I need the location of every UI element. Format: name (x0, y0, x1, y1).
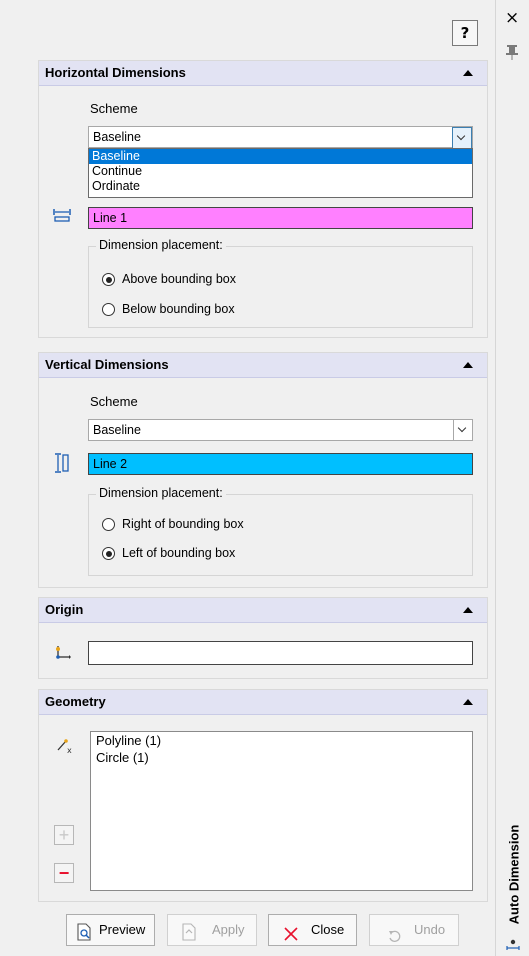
dropdown-arrow[interactable] (453, 420, 472, 440)
radio-left-of-bounding-box[interactable] (102, 547, 115, 560)
section-title: Geometry (45, 694, 106, 709)
horizontal-dimensions-header[interactable]: Horizontal Dimensions (39, 61, 487, 86)
preview-button[interactable]: Preview (66, 914, 155, 946)
geometry-header[interactable]: Geometry (39, 690, 487, 715)
section-title: Vertical Dimensions (45, 357, 169, 372)
vertical-scheme-select[interactable]: Baseline (88, 419, 473, 441)
preview-icon (75, 922, 93, 952)
scheme-dropdown-list: Baseline Continue Ordinate (88, 148, 473, 198)
collapse-icon[interactable] (463, 607, 473, 613)
section-title: Origin (45, 602, 84, 617)
chevron-down-icon (456, 131, 466, 141)
scheme-label: Scheme (90, 394, 138, 409)
radio-below-bounding-box[interactable] (102, 303, 115, 316)
close-button[interactable]: Close (268, 914, 357, 946)
placement-group-title: Dimension placement: (96, 238, 226, 252)
collapse-icon[interactable] (463, 362, 473, 368)
origin-point-icon[interactable] (54, 644, 72, 662)
radio-label-left: Left of bounding box (122, 546, 236, 560)
dropdown-option-continue[interactable]: Continue (89, 164, 472, 179)
origin-header[interactable]: Origin (39, 598, 487, 623)
auto-dimension-tab[interactable]: Auto Dimension (505, 810, 522, 940)
vertical-placement-group (88, 494, 473, 576)
dropdown-arrow[interactable] (452, 127, 472, 149)
close-icon[interactable]: × (505, 10, 519, 27)
geometry-list[interactable]: Polyline (1) Circle (1) (90, 731, 473, 891)
collapse-icon[interactable] (463, 70, 473, 76)
horizontal-dimension-icon[interactable] (53, 207, 71, 223)
undo-button[interactable]: Undo (369, 914, 459, 946)
vertical-dimension-icon[interactable] (54, 453, 70, 473)
pin-icon[interactable] (506, 44, 518, 60)
select-value: Baseline (93, 130, 141, 144)
list-item[interactable]: Circle (1) (91, 749, 472, 766)
horizontal-line-field[interactable]: Line 1 (88, 207, 473, 229)
dropdown-option-ordinate[interactable]: Ordinate (89, 179, 472, 194)
apply-label: Apply (212, 922, 245, 937)
svg-text:x: x (67, 746, 72, 755)
radio-label-right: Right of bounding box (122, 517, 244, 531)
radio-right-of-bounding-box[interactable] (102, 518, 115, 531)
vertical-line-field[interactable]: Line 2 (88, 453, 473, 475)
origin-input[interactable] (88, 641, 473, 665)
undo-icon (388, 924, 402, 954)
close-label: Close (311, 922, 345, 937)
collapse-icon[interactable] (463, 699, 473, 705)
radio-label-above: Above bounding box (122, 272, 236, 286)
horizontal-scheme-select[interactable]: Baseline (88, 126, 473, 149)
section-title: Horizontal Dimensions (45, 65, 186, 80)
vertical-dimensions-header[interactable]: Vertical Dimensions (39, 353, 487, 378)
tab-label: Auto Dimension (506, 824, 522, 925)
chevron-down-icon (457, 423, 467, 433)
scheme-label: Scheme (90, 101, 138, 116)
remove-geometry-button[interactable]: − (54, 863, 74, 883)
undo-label: Undo (414, 922, 446, 937)
select-geometry-icon[interactable]: x (56, 737, 74, 755)
radio-above-bounding-box[interactable] (102, 273, 115, 286)
add-geometry-button[interactable]: + (54, 825, 74, 845)
dropdown-option-baseline[interactable]: Baseline (89, 149, 472, 164)
close-x-icon (283, 923, 299, 953)
preview-label: Preview (99, 922, 146, 937)
select-value: Baseline (93, 423, 141, 437)
placement-group-title: Dimension placement: (96, 486, 226, 500)
auto-dimension-tab-icon (506, 938, 520, 952)
apply-button[interactable]: Apply (167, 914, 257, 946)
apply-icon (180, 922, 198, 952)
help-button[interactable]: ? (452, 20, 478, 46)
list-item[interactable]: Polyline (1) (91, 732, 472, 749)
radio-label-below: Below bounding box (122, 302, 235, 316)
origin-section: Origin (38, 597, 488, 679)
